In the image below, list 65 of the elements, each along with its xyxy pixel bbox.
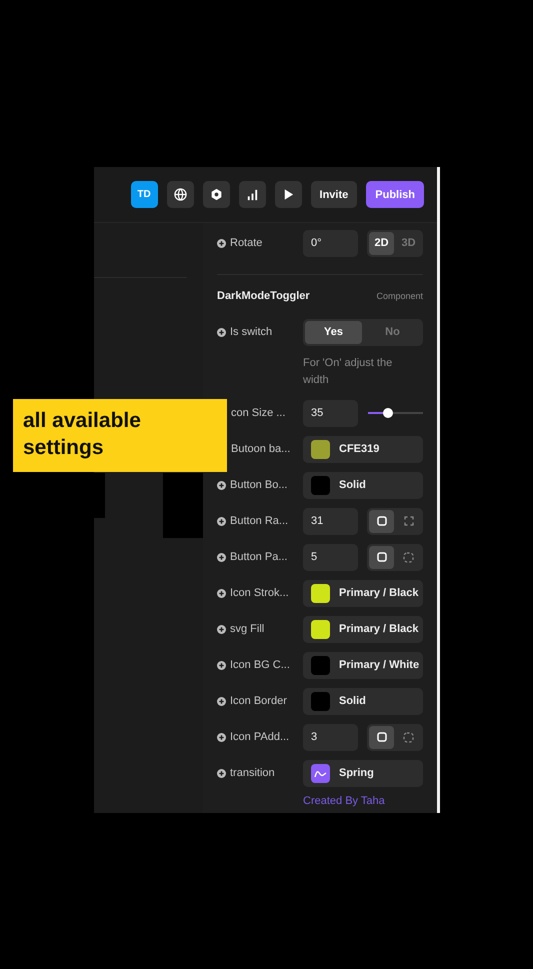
- corner-radius-icon: [376, 516, 386, 526]
- add-icon[interactable]: [217, 552, 226, 562]
- color-field[interactable]: Primary / White: [303, 652, 423, 678]
- property-label: Is switch: [230, 326, 272, 338]
- color-field[interactable]: Solid: [303, 688, 423, 714]
- segment-option[interactable]: Yes: [305, 320, 362, 344]
- property-label: Button Pa...: [230, 551, 288, 563]
- property-label: Rotate: [230, 237, 262, 249]
- property-label: svg Fill: [230, 623, 264, 635]
- color-field[interactable]: Primary / Black: [303, 580, 423, 606]
- property-label: Icon Strok...: [230, 587, 289, 599]
- add-icon[interactable]: [217, 696, 226, 706]
- number-field[interactable]: 35: [303, 400, 358, 426]
- toolbar-button[interactable]: [166, 181, 194, 208]
- property-label: Butoon ba...: [231, 443, 290, 455]
- chart-icon: [246, 188, 259, 201]
- canvas-shape: [163, 473, 203, 538]
- add-icon[interactable]: [217, 480, 226, 490]
- hint-text: For 'On' adjust the width: [303, 356, 394, 388]
- color-field[interactable]: Solid: [303, 472, 423, 498]
- property-label: Icon PAdd...: [230, 731, 290, 743]
- property-label: Button Bo...: [230, 479, 288, 491]
- number-field[interactable]: 0°: [303, 230, 358, 256]
- padding-icon: [376, 732, 386, 742]
- color-field[interactable]: Primary / Black: [303, 616, 423, 642]
- slider-thumb[interactable]: [382, 408, 393, 418]
- caption-overlay: all available settings: [13, 399, 227, 472]
- add-icon[interactable]: [217, 238, 226, 248]
- publish-button[interactable]: Publish: [366, 181, 424, 208]
- property-label: Icon Border: [230, 695, 287, 707]
- number-field[interactable]: 31: [303, 508, 358, 534]
- globe-icon: [174, 188, 187, 201]
- credit-link[interactable]: Created By Taha: [303, 795, 385, 807]
- corners-icon: [404, 516, 414, 526]
- add-icon[interactable]: [217, 624, 226, 634]
- property-label: Icon BG C...: [230, 659, 290, 671]
- color-field[interactable]: CFE319: [303, 436, 423, 462]
- toolbar-button[interactable]: [202, 181, 230, 208]
- dashed-padding-icon: [403, 552, 414, 562]
- toolbar-button[interactable]: [274, 181, 302, 208]
- mode-toggle[interactable]: [369, 546, 394, 568]
- dashed-padding-icon: [403, 732, 414, 742]
- section-title: DarkModeToggler: [217, 290, 310, 302]
- section-tag: Component: [376, 291, 423, 301]
- property-label: Button Ra...: [230, 515, 288, 527]
- curve-icon: [314, 768, 327, 778]
- number-field[interactable]: 5: [303, 544, 358, 570]
- mode-toggle[interactable]: [369, 726, 394, 748]
- canvas-shape: [94, 473, 105, 518]
- add-icon[interactable]: [217, 660, 226, 670]
- invite-button[interactable]: Invite: [310, 181, 358, 208]
- property-label: con Size ...: [231, 407, 286, 419]
- add-icon[interactable]: [217, 328, 226, 336]
- segment-option[interactable]: 2D: [369, 232, 394, 254]
- transition-field[interactable]: Spring: [303, 760, 423, 786]
- hexagon-icon: [210, 188, 223, 201]
- mode-toggle[interactable]: [369, 510, 394, 532]
- property-label: transition: [230, 767, 275, 779]
- add-icon[interactable]: [217, 768, 226, 778]
- add-icon[interactable]: [217, 588, 226, 598]
- add-icon[interactable]: [217, 732, 226, 742]
- padding-icon: [376, 552, 386, 562]
- toolbar-button[interactable]: [238, 181, 266, 208]
- number-field[interactable]: 3: [303, 724, 358, 750]
- add-icon[interactable]: [217, 516, 226, 526]
